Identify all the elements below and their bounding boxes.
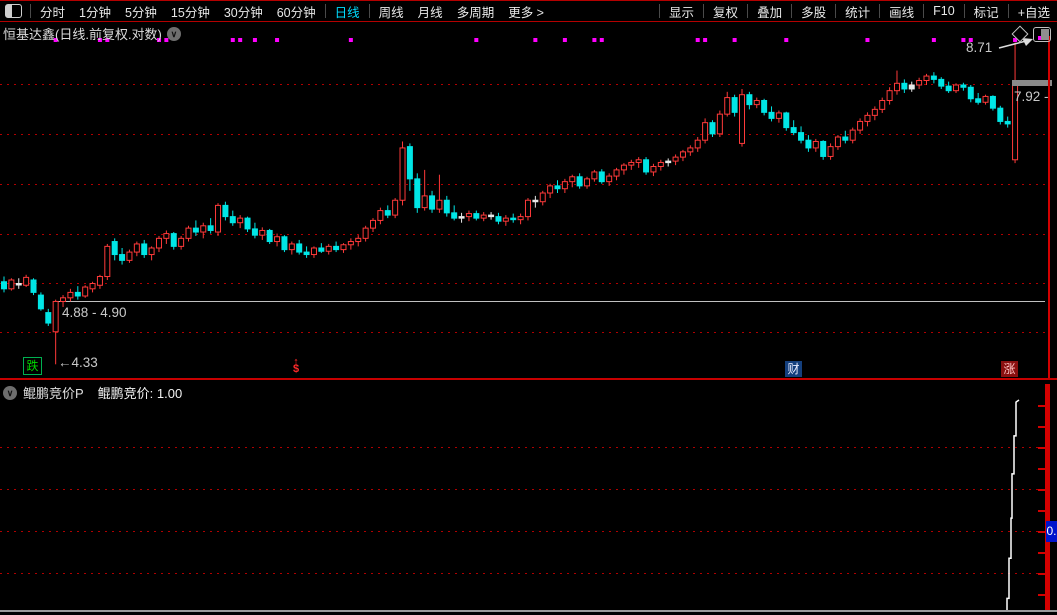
chevron-down-icon[interactable]: ∨ — [166, 26, 181, 41]
timeframe-item-1[interactable]: 1分钟 — [72, 2, 118, 21]
timeframe-item-2[interactable]: 5分钟 — [118, 2, 164, 21]
menu-item-6[interactable]: F10 — [926, 4, 962, 18]
stock-title-row: 恒基达鑫(日线.前复权.对数) ∨ — [3, 24, 181, 43]
gap-range-label: 4.88 - 4.90 — [62, 305, 127, 320]
timeframe-item-12[interactable]: 更多 > — [501, 2, 551, 21]
toolbar-separator — [879, 4, 881, 18]
candlestick-chart-canvas[interactable] — [0, 0, 1057, 615]
timeframe-item-11[interactable]: 多周期 — [450, 2, 502, 21]
menu-item-4[interactable]: 统计 — [838, 2, 877, 21]
stock-title: 恒基达鑫(日线.前复权.对数) — [3, 27, 162, 42]
indicator-output-value: 1.00 — [156, 386, 183, 401]
toolbar-separator — [659, 4, 661, 18]
low-price-label: ←4.33 — [58, 355, 98, 370]
close-price-label: 7.92 - — [1014, 89, 1049, 104]
up-marker: 涨 — [1001, 361, 1018, 377]
down-marker: 跌 — [23, 357, 42, 375]
toolbar-separator — [30, 4, 31, 18]
indicator-header: ∨ 鲲鹏竞价P 鲲鹏竞价: 1.00 — [3, 383, 182, 402]
timeframe-item-4[interactable]: 30分钟 — [217, 2, 270, 21]
timeframe-item-7[interactable]: 日线 — [328, 2, 367, 21]
high-price-label: 8.71 — [966, 40, 993, 55]
toolbar-right-group: 显示 复权 叠加 多股 统计 画线 F10 标记 +自选 — [657, 1, 1057, 21]
toolbar-separator — [791, 4, 793, 18]
top-toolbar: 分时 1分钟 5分钟 15分钟 30分钟 60分钟 日线 周线 月线 多周期 更多 > 显示 复权 叠加… — [0, 0, 1057, 22]
toolbar-separator — [835, 4, 837, 18]
layout-toggle-icon[interactable] — [5, 4, 22, 18]
wealth-marker: 财 — [785, 361, 802, 377]
timeframe-item-5[interactable]: 60分钟 — [270, 2, 323, 21]
menu-item-2[interactable]: 叠加 — [750, 2, 789, 21]
menu-item-3[interactable]: 多股 — [794, 2, 833, 21]
menu-item-1[interactable]: 复权 — [706, 2, 745, 21]
timeframe-item-3[interactable]: 15分钟 — [164, 2, 217, 21]
toolbar-left-group: 分时 1分钟 5分钟 15分钟 30分钟 60分钟 日线 周线 月线 多周期 更多 > — [0, 1, 551, 21]
indicator-output-label: 鲲鹏竞价: — [97, 386, 154, 401]
indicator-chevron-down-icon[interactable]: ∨ — [3, 385, 17, 400]
timeframe-item-9[interactable]: 周线 — [372, 2, 411, 21]
timeframe-items: 分时 1分钟 5分钟 15分钟 30分钟 60分钟 日线 周线 月线 多周期 更多 > — [33, 1, 551, 21]
panel-toggle-icon[interactable] — [1033, 27, 1051, 42]
menu-item-8[interactable]: +自选 — [1011, 2, 1057, 21]
indicator-axis-badge: 0. — [1046, 521, 1057, 542]
toolbar-separator — [747, 4, 749, 18]
toolbar-separator — [963, 4, 965, 18]
toolbar-separator — [923, 4, 925, 18]
toolbar-separator — [1007, 4, 1009, 18]
app-window: 分时 1分钟 5分钟 15分钟 30分钟 60分钟 日线 周线 月线 多周期 更多 > 显示 复权 叠加… — [0, 0, 1057, 615]
indicator-name[interactable]: 鲲鹏竞价P — [23, 383, 84, 402]
toolbar-separator — [368, 4, 370, 18]
money-marker: ↑ $ — [288, 357, 304, 375]
menu-item-7[interactable]: 标记 — [967, 2, 1006, 21]
money-marker-symbol: $ — [292, 363, 300, 375]
indicator-output: 鲲鹏竞价: 1.00 — [98, 383, 183, 402]
timeframe-item-0[interactable]: 分时 — [33, 2, 72, 21]
toolbar-separator — [324, 4, 326, 18]
menu-item-5[interactable]: 画线 — [882, 2, 921, 21]
toolbar-separator — [703, 4, 705, 18]
menu-item-0[interactable]: 显示 — [662, 2, 701, 21]
timeframe-item-10[interactable]: 月线 — [411, 2, 450, 21]
